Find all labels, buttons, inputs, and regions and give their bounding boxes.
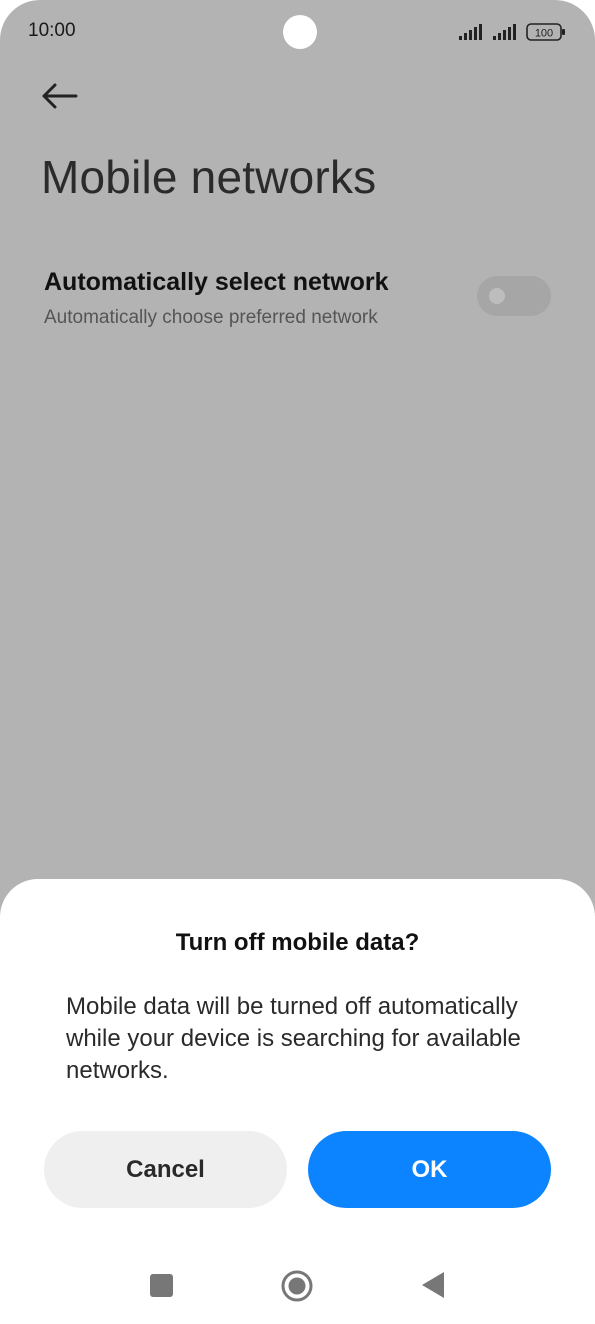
arrow-left-icon: [42, 83, 78, 109]
signal-icon: [493, 24, 516, 40]
cancel-button[interactable]: Cancel: [44, 1131, 287, 1208]
battery-icon: 100: [526, 23, 565, 41]
status-bar: 10:00 100: [0, 0, 595, 64]
auto-select-network-row[interactable]: Automatically select network Automatical…: [0, 258, 595, 338]
setting-title: Automatically select network: [44, 268, 389, 296]
back-icon[interactable]: [420, 1270, 446, 1300]
navigation-bar: [0, 1262, 595, 1310]
auto-select-toggle[interactable]: [477, 276, 551, 316]
back-button[interactable]: [38, 76, 82, 116]
page-title: Mobile networks: [41, 151, 377, 203]
toggle-knob: [489, 288, 505, 304]
ok-button[interactable]: OK: [308, 1131, 551, 1208]
camera-cutout: [283, 15, 317, 49]
phone-screen: 10:00 100 Mobile networks Automatically …: [0, 0, 595, 1324]
dialog-message: Mobile data will be turned off automatic…: [66, 993, 521, 1084]
battery-level: 100: [535, 28, 553, 40]
status-time: 10:00: [28, 20, 76, 41]
setting-subtitle: Automatically choose preferred network: [44, 307, 378, 328]
dialog-title: Turn off mobile data?: [175, 929, 420, 956]
signal-icon: [459, 24, 482, 40]
turn-off-mobile-data-dialog: Turn off mobile data? Mobile data will b…: [0, 879, 595, 1324]
recents-icon[interactable]: [150, 1274, 173, 1297]
home-icon[interactable]: [281, 1270, 313, 1302]
